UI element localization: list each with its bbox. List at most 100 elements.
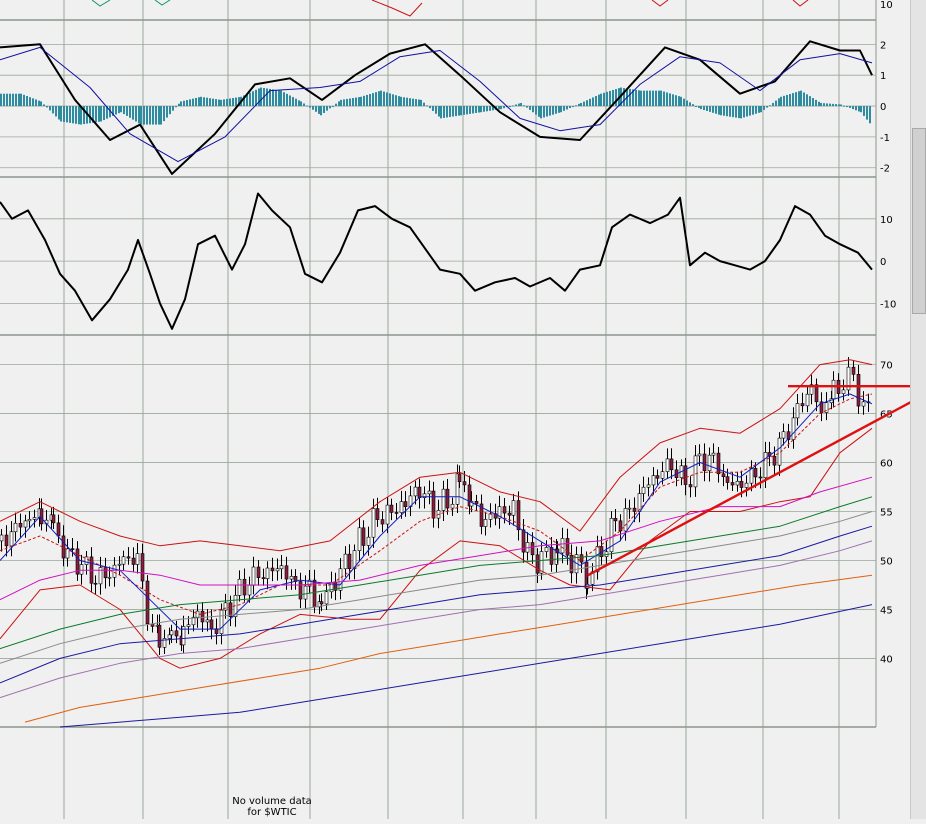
price-tick-label: 60 bbox=[880, 459, 893, 470]
candle-body bbox=[711, 452, 716, 456]
momentum-tick-label: 10 bbox=[880, 215, 893, 226]
macd-tick-label: 1 bbox=[880, 71, 886, 82]
candle-body bbox=[744, 482, 749, 488]
macd-histogram-bar bbox=[180, 101, 182, 107]
candle-body bbox=[483, 519, 488, 527]
macd-histogram-bar bbox=[60, 106, 62, 122]
candle-body bbox=[279, 565, 284, 570]
macd-histogram-bar bbox=[806, 94, 808, 107]
macd-histogram-bar bbox=[863, 106, 865, 116]
macd-histogram-bar bbox=[726, 106, 728, 117]
candle-body bbox=[251, 566, 256, 586]
macd-histogram-bar bbox=[695, 106, 697, 108]
candle-body bbox=[394, 512, 399, 514]
macd-histogram-bar bbox=[140, 106, 142, 125]
macd-histogram-bar bbox=[340, 99, 342, 107]
macd-histogram-bar bbox=[735, 106, 737, 118]
macd-tick-label: -2 bbox=[880, 164, 890, 175]
macd-histogram-bar bbox=[420, 99, 422, 107]
macd-histogram-bar bbox=[280, 90, 282, 107]
macd-histogram-bar bbox=[432, 106, 434, 111]
macd-histogram-bar bbox=[363, 95, 365, 107]
macd-histogram-bar bbox=[600, 93, 602, 107]
vertical-scrollbar[interactable] bbox=[910, 0, 926, 819]
macd-histogram-bar bbox=[532, 106, 534, 113]
macd-histogram-bar bbox=[729, 106, 731, 117]
macd-histogram-bar bbox=[652, 90, 654, 107]
top-strip-line bbox=[154, 0, 171, 6]
macd-histogram-bar bbox=[658, 90, 660, 107]
macd-histogram-bar bbox=[526, 106, 528, 108]
macd-histogram-bar bbox=[320, 106, 322, 116]
macd-histogram-bar bbox=[29, 97, 31, 107]
macd-histogram-bar bbox=[283, 92, 285, 107]
macd-histogram-bar bbox=[786, 94, 788, 107]
candle-body bbox=[646, 484, 651, 488]
macd-histogram-bar bbox=[318, 106, 320, 114]
macd-histogram-bar bbox=[343, 99, 345, 107]
macd-histogram-bar bbox=[460, 106, 462, 116]
macd-histogram-bar bbox=[706, 106, 708, 111]
candle-body bbox=[65, 548, 70, 559]
macd-histogram-bar bbox=[789, 94, 791, 107]
macd-histogram-bar bbox=[866, 106, 868, 120]
macd-histogram-bar bbox=[326, 106, 328, 111]
macd-histogram-bar bbox=[115, 106, 117, 115]
chart-stage: 10210-1-2100-1070656055504540 No volume … bbox=[0, 0, 926, 819]
candle-body bbox=[298, 581, 303, 600]
macd-histogram-bar bbox=[812, 98, 814, 107]
macd-histogram-bar bbox=[738, 106, 740, 119]
macd-histogram-bar bbox=[198, 97, 200, 107]
candle-body bbox=[861, 401, 866, 407]
macd-histogram-bar bbox=[160, 106, 162, 125]
candle-body bbox=[613, 518, 618, 522]
macd-histogram-bar bbox=[289, 95, 291, 107]
macd-histogram-bar bbox=[609, 90, 611, 107]
candle-body bbox=[205, 619, 210, 623]
macd-histogram-bar bbox=[295, 98, 297, 107]
candle-body bbox=[665, 458, 670, 472]
candle-body bbox=[157, 624, 162, 648]
candle-body bbox=[805, 393, 810, 407]
price-ma-violet-line bbox=[0, 540, 873, 699]
macd-histogram-bar bbox=[512, 105, 514, 107]
macd-histogram-bar bbox=[95, 106, 97, 123]
macd-histogram-bar bbox=[286, 93, 288, 107]
candle-body bbox=[195, 610, 200, 618]
macd-signal-line bbox=[0, 46, 873, 163]
macd-histogram-bar bbox=[435, 106, 437, 114]
candle-body bbox=[660, 471, 665, 479]
macd-histogram-bar bbox=[578, 103, 580, 107]
macd-histogram-bar bbox=[752, 106, 754, 115]
scrollbar-thumb[interactable] bbox=[912, 128, 926, 314]
macd-histogram-bar bbox=[709, 106, 711, 112]
candle-body bbox=[140, 553, 145, 582]
macd-histogram-bar bbox=[26, 96, 28, 107]
macd-histogram-bar bbox=[680, 96, 682, 107]
candle-body bbox=[450, 503, 455, 509]
candle-body bbox=[223, 602, 228, 611]
macd-histogram-bar bbox=[743, 106, 745, 118]
macd-histogram-bar bbox=[20, 93, 22, 107]
candle-body bbox=[121, 556, 126, 565]
macd-histogram-bar bbox=[163, 106, 165, 122]
candle-body bbox=[758, 476, 763, 479]
macd-histogram-bar bbox=[858, 106, 860, 112]
macd-histogram-bar bbox=[643, 90, 645, 107]
top-strip-tick-label: 10 bbox=[880, 0, 893, 11]
macd-histogram-bar bbox=[412, 98, 414, 107]
candle-body bbox=[669, 458, 674, 471]
macd-histogram-bar bbox=[538, 106, 540, 117]
macd-histogram-bar bbox=[158, 106, 160, 125]
macd-tick-label: 2 bbox=[880, 40, 886, 51]
top-strip-line bbox=[91, 0, 111, 7]
macd-histogram-bar bbox=[503, 106, 505, 109]
candle-body bbox=[474, 501, 479, 505]
macd-histogram-bar bbox=[378, 91, 380, 107]
macd-histogram-bar bbox=[498, 106, 500, 110]
macd-histogram-bar bbox=[138, 106, 140, 124]
macd-histogram-bar bbox=[589, 98, 591, 107]
macd-histogram-bar bbox=[638, 90, 640, 107]
candle-body bbox=[688, 484, 693, 488]
macd-histogram-bar bbox=[558, 106, 560, 113]
